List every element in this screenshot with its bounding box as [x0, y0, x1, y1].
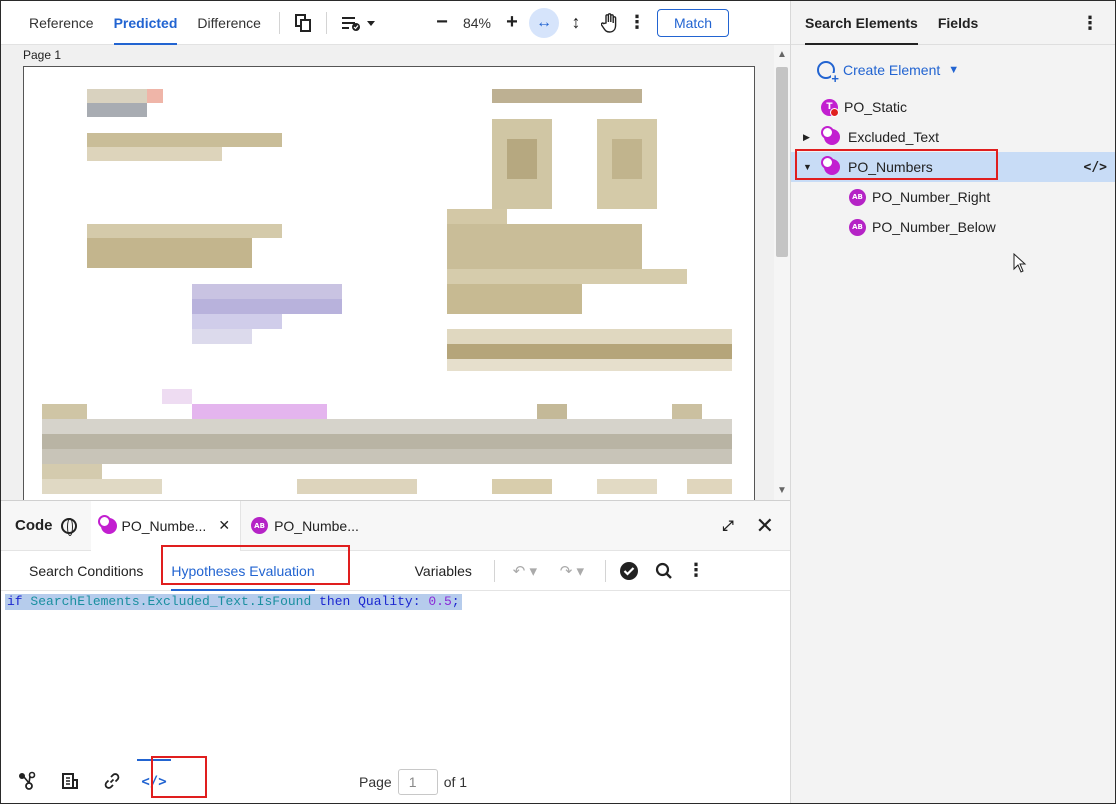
- tab-hypotheses-evaluation[interactable]: Hypotheses Evaluation: [157, 551, 328, 591]
- tab-search-conditions[interactable]: Search Conditions: [15, 551, 157, 591]
- zoom-level: 84%: [462, 14, 491, 31]
- code-keyword-if: if: [7, 594, 23, 609]
- tab-difference[interactable]: Difference: [187, 1, 271, 45]
- tree-item-label: Excluded_Text: [848, 129, 940, 145]
- scroll-up-icon[interactable]: ▲: [774, 49, 790, 60]
- code-subtabs: Search Conditions Hypotheses Evaluation …: [1, 551, 790, 591]
- create-element-label: Create Element: [843, 62, 941, 78]
- scroll-thumb[interactable]: [776, 67, 788, 257]
- code-tab-po-numbers[interactable]: PO_Numbe... ✕: [90, 500, 242, 551]
- mouse-pointer-icon: [1013, 253, 1027, 273]
- graph-nodes-icon[interactable]: [11, 759, 45, 803]
- code-panel-header: Code PO_Numbe... ✕ AB PO_Numbe... ⤢ ✕: [1, 500, 790, 551]
- tree-item-po-number-right[interactable]: AB PO_Number_Right: [791, 182, 1115, 212]
- page-suffix: of 1: [443, 774, 468, 790]
- redo-icon[interactable]: ↷ ▾: [547, 549, 597, 593]
- filter-list-dropdown-icon[interactable]: [335, 1, 381, 45]
- document-page: [23, 66, 755, 500]
- tree-item-excluded-text[interactable]: ▶ Excluded_Text: [791, 122, 1115, 152]
- redacted-content: [42, 89, 732, 494]
- link-icon[interactable]: [95, 759, 129, 803]
- tree-item-po-number-below[interactable]: AB PO_Number_Below: [791, 212, 1115, 242]
- subtab-divider: [604, 559, 606, 582]
- expand-icon[interactable]: ⤢: [722, 517, 733, 534]
- check-icon[interactable]: [614, 549, 644, 593]
- subtab-divider: [493, 559, 495, 582]
- fit-width-icon[interactable]: ↔: [529, 7, 559, 38]
- group-element-icon: [821, 126, 840, 145]
- hand-pan-icon[interactable]: [593, 1, 627, 45]
- code-object-ref: SearchElements.Excluded_Text.IsFound: [30, 594, 312, 609]
- tree-item-label: PO_Static: [844, 99, 908, 115]
- code-quality-label: Quality:: [358, 594, 421, 609]
- ab-element-icon: AB: [849, 188, 866, 206]
- create-element-button[interactable]: Create Element ▼: [817, 61, 960, 85]
- document-list-icon[interactable]: [53, 759, 87, 803]
- close-icon[interactable]: ✕: [756, 514, 774, 537]
- scroll-down-icon[interactable]: ▼: [774, 485, 790, 496]
- page-label: Page 1: [23, 48, 62, 62]
- right-panel-tabs: Search Elements Fields ⋮: [791, 1, 1115, 45]
- caret-down-icon[interactable]: ▼: [803, 162, 815, 172]
- code-panel-title: Code: [15, 517, 53, 534]
- tree-item-label: PO_Number_Right: [872, 189, 991, 205]
- code-terminator: ;: [451, 594, 460, 609]
- code-view-icon[interactable]: </>: [1084, 160, 1107, 175]
- page-navigator: Page of 1: [359, 769, 467, 795]
- match-button[interactable]: Match: [657, 8, 729, 37]
- more-vertical-icon[interactable]: ⋮: [1081, 13, 1099, 34]
- code-quality-value: 0.5: [428, 594, 452, 609]
- tab-search-elements[interactable]: Search Elements: [795, 1, 928, 45]
- code-tab-label: PO_Numbe...: [274, 517, 359, 534]
- chevron-down-icon: ▼: [948, 64, 960, 76]
- tab-predicted[interactable]: Predicted: [104, 1, 188, 45]
- undo-icon[interactable]: ↶ ▾: [503, 549, 547, 593]
- code-panel: Code PO_Numbe... ✕ AB PO_Numbe... ⤢ ✕ Se…: [1, 500, 790, 803]
- page-prefix: Page: [359, 774, 392, 790]
- static-element-icon: T: [821, 98, 839, 117]
- code-view-icon[interactable]: </>: [137, 759, 171, 803]
- document-viewer-pane: Reference Predicted Difference − 84% + ↔…: [1, 1, 790, 803]
- zoom-in-button[interactable]: +: [501, 11, 523, 34]
- document-scrollbar[interactable]: ▲ ▼: [774, 45, 790, 500]
- page-number-input[interactable]: [397, 769, 438, 795]
- code-panel-footer: </> Page of 1: [1, 759, 790, 803]
- copy-icon[interactable]: [288, 1, 318, 45]
- tree-item-label: PO_Number_Below: [872, 219, 996, 235]
- viewer-toolbar: Reference Predicted Difference − 84% + ↔…: [1, 1, 790, 45]
- search-elements-panel: Search Elements Fields ⋮ Create Element …: [790, 1, 1115, 803]
- code-editor-line[interactable]: if SearchElements.Excluded_Text.IsFound …: [5, 594, 462, 610]
- tab-fields[interactable]: Fields: [928, 1, 988, 45]
- ab-element-icon: AB: [849, 218, 866, 236]
- tab-variables[interactable]: Variables: [401, 551, 486, 591]
- tree-item-po-static[interactable]: T PO_Static: [791, 92, 1115, 122]
- tree-item-po-numbers[interactable]: ▼ PO_Numbers </>: [791, 152, 1115, 182]
- close-tab-icon[interactable]: ✕: [218, 517, 230, 534]
- code-keyword-then: then: [319, 594, 351, 609]
- group-element-icon: [97, 514, 117, 534]
- code-tab-label: PO_Numbe...: [121, 517, 207, 534]
- toolbar-divider: [278, 11, 280, 34]
- more-vertical-icon[interactable]: ⋮: [684, 549, 708, 593]
- document-canvas[interactable]: Page 1: [1, 45, 790, 500]
- toolbar-divider: [325, 11, 327, 34]
- search-icon[interactable]: [644, 549, 684, 593]
- add-circle-icon: [817, 61, 839, 85]
- code-tab-po-number-right[interactable]: AB PO_Numbe...: [241, 501, 369, 551]
- group-element-icon: [821, 156, 840, 175]
- globe-icon[interactable]: [60, 517, 77, 536]
- fit-height-icon[interactable]: ↕: [559, 1, 593, 45]
- more-vertical-icon[interactable]: ⋮: [627, 1, 647, 45]
- caret-right-icon[interactable]: ▶: [803, 132, 815, 143]
- tab-reference[interactable]: Reference: [19, 1, 104, 45]
- ab-element-icon: AB: [251, 517, 269, 534]
- zoom-out-button[interactable]: −: [431, 11, 453, 34]
- tree-item-label: PO_Numbers: [848, 159, 933, 175]
